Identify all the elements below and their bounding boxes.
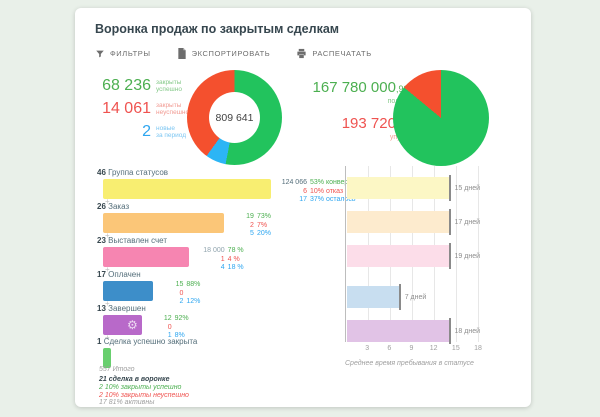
donut-hole: 809 641	[209, 92, 260, 143]
row-stats: 18 00078 % 14 % 418 %	[195, 247, 244, 273]
stat-value: 68 236	[95, 77, 151, 95]
duration-label: 18 дней	[455, 328, 480, 335]
row-label: Группа статусов	[108, 168, 168, 177]
print-button[interactable]: РАСПЕЧАТАТЬ	[296, 48, 371, 59]
filters-label: ФИЛЬТРЫ	[110, 49, 151, 58]
axis-tick: 12	[430, 345, 438, 352]
deals-donut-chart[interactable]: 809 641	[187, 70, 282, 165]
revenue-pie-chart[interactable]	[393, 70, 489, 166]
legend-in-funnel: 21 сделка в воронке	[99, 376, 189, 384]
screen-background: Воронка продаж по закрытым сделкам ФИЛЬТ…	[0, 0, 600, 417]
bar-end-cap	[449, 175, 451, 201]
funnel-bar[interactable]	[103, 348, 111, 368]
row-label: Сделка успешно закрыта	[104, 337, 198, 346]
axis-tick: 15	[452, 345, 460, 352]
stat-value: 14 061	[95, 100, 151, 118]
duration-chart: 15 дней 17 дней 19 дней 7 дней 18 дней	[345, 160, 530, 375]
bar-end-cap	[449, 209, 451, 235]
row-label: Выставлен счет	[108, 236, 167, 245]
bar-end-cap	[449, 243, 451, 269]
funnel-bar[interactable]	[103, 281, 153, 301]
axis-tick: 9	[410, 345, 414, 352]
toolbar: ФИЛЬТРЫ ЭКСПОРТИРОВАТЬ РАСПЕЧАТАТЬ	[95, 48, 372, 59]
bar-end-cap	[399, 284, 401, 310]
stat-closed-lost: 14 061 закрыты неуспешно	[95, 99, 189, 118]
export-button[interactable]: ЭКСПОРТИРОВАТЬ	[177, 48, 271, 59]
row-stats: 1588% 0 212%	[159, 281, 200, 307]
funnel-bar[interactable]	[103, 213, 224, 233]
row-count: 17	[97, 270, 106, 279]
stat-closed-won: 68 236 закрыты успешно	[95, 76, 189, 95]
duration-bar[interactable]	[347, 320, 449, 342]
stat-label: новые за период	[156, 125, 186, 139]
duration-row-paid: 7 дней	[347, 286, 480, 308]
duration-plot-area: 15 дней 17 дней 19 дней 7 дней 18 дней	[345, 166, 478, 342]
stat-value: 2	[95, 123, 151, 141]
duration-label: 17 дней	[455, 219, 480, 226]
stat-label: закрыты неуспешно	[156, 102, 189, 116]
filters-button[interactable]: ФИЛЬТРЫ	[95, 48, 151, 59]
legend-active: 17 81% активны	[99, 399, 189, 407]
x-axis-ticks: 3 6 9 12 15 18	[345, 345, 478, 353]
duration-label: 19 дней	[455, 253, 480, 260]
duration-bar[interactable]	[347, 177, 449, 199]
axis-tick: 18	[474, 345, 482, 352]
axis-tick: 3	[365, 345, 369, 352]
funnel-row-invoice: 23 Выставлен счет 18 00078 % 14 % 418 % …	[97, 236, 349, 269]
stat-label: закрыты успешно	[156, 79, 182, 93]
bar-end-cap	[449, 318, 451, 344]
duration-row-invoice: 19 дней	[347, 245, 480, 267]
export-file-icon	[177, 48, 187, 59]
funnel-row-completed: 13 Завершен ⚙ 1292% 0 18% +	[97, 304, 349, 337]
export-label: ЭКСПОРТИРОВАТЬ	[192, 49, 271, 58]
funnel-bar[interactable]: ⚙	[103, 315, 142, 335]
printer-icon	[296, 48, 307, 59]
funnel-legend: 557 Итого 21 сделка в воронке 2 10% закр…	[99, 366, 189, 407]
funnel-row-status-group: 46 Группа статусов 124 06653% конверсия …	[97, 168, 349, 201]
row-stats: 1973% 27% 520%	[230, 213, 271, 239]
funnel-bar[interactable]	[103, 179, 271, 199]
legend-lost: 2 10% закрыты неуспешно	[99, 392, 189, 400]
axis-tick: 6	[387, 345, 391, 352]
row-label: Оплачен	[108, 270, 141, 279]
row-count: 23	[97, 236, 106, 245]
duration-bar[interactable]	[347, 245, 449, 267]
funnel-report-card: Воронка продаж по закрытым сделкам ФИЛЬТ…	[75, 8, 531, 407]
deal-count-stats: 68 236 закрыты успешно 14 061 закрыты не…	[95, 76, 189, 141]
duration-chart-caption: Среднее время пребывания в статусе	[345, 360, 474, 367]
row-label: Заказ	[108, 202, 129, 211]
row-count: 13	[97, 304, 106, 313]
duration-row-status-group: 15 дней	[347, 177, 480, 199]
funnel-row-order: 26 Заказ 1973% 27% 520% +	[97, 202, 349, 235]
page-title: Воронка продаж по закрытым сделкам	[95, 22, 339, 36]
donut-center-value: 809 641	[216, 112, 254, 124]
duration-row-completed: 18 дней	[347, 320, 480, 342]
legend-total: 557 Итого	[99, 366, 189, 374]
row-count: 1	[97, 337, 101, 346]
funnel-chart: 46 Группа статусов 124 06653% конверсия …	[97, 160, 349, 405]
duration-bar[interactable]	[347, 211, 449, 233]
filter-icon	[95, 49, 105, 59]
funnel-row-paid: 17 Оплачен 1588% 0 212% +	[97, 270, 349, 303]
row-count: 46	[97, 168, 106, 177]
duration-row-order: 17 дней	[347, 211, 480, 233]
duration-bar[interactable]	[347, 286, 399, 308]
row-label: Завершен	[108, 304, 146, 313]
row-count: 26	[97, 202, 106, 211]
print-label: РАСПЕЧАТАТЬ	[312, 49, 371, 58]
stat-new-deals: 2 новые за период	[95, 122, 189, 141]
gear-icon[interactable]: ⚙	[127, 318, 138, 332]
legend-won: 2 10% закрыты успешно	[99, 384, 189, 392]
duration-label: 15 дней	[455, 185, 480, 192]
funnel-bar[interactable]	[103, 247, 189, 267]
duration-label: 7 дней	[405, 294, 427, 301]
